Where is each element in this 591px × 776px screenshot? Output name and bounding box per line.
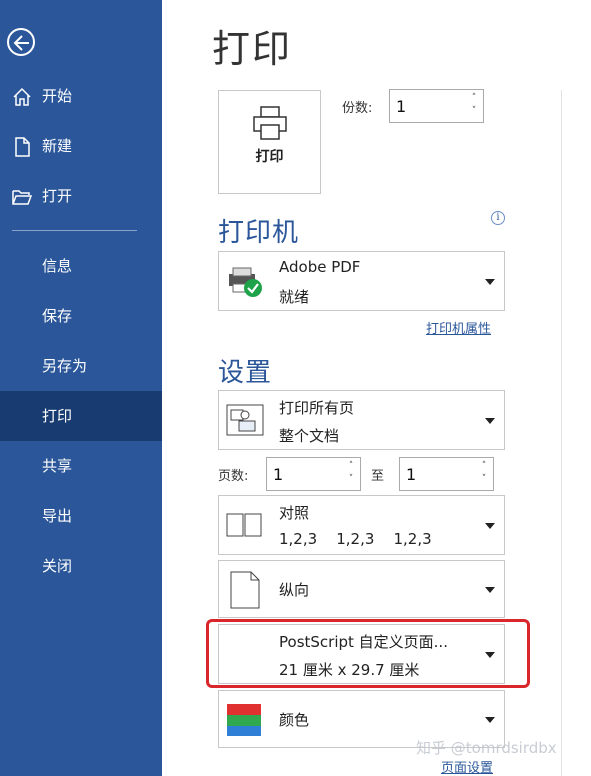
collate-icon [226,513,262,537]
chevron-down-icon [485,587,495,593]
pages-label: 页数: [218,469,249,484]
printer-ready-icon [229,267,262,297]
printer-name: Adobe PDF [279,258,361,276]
nav-item-share[interactable]: 共享 [0,441,162,491]
collate-dropdown[interactable]: 对照 1,2,3 1,2,3 1,2,3 [218,495,505,555]
nav-item-save-as[interactable]: 另存为 [0,341,162,391]
pages-from-spinner[interactable]: 1 ˄ ˅ [266,457,361,491]
printer-properties-link[interactable]: 打印机属性 [426,318,491,337]
spinner-arrows-icon[interactable]: ˄ ˅ [346,460,356,488]
nav-item-label: 打开 [42,187,73,205]
pages-range-icon [226,404,264,436]
pages-to-spinner[interactable]: 1 ˄ ˅ [399,457,494,491]
nav-item-info[interactable]: 信息 [0,241,162,291]
pages-from-value: 1 [273,465,284,484]
page-title: 打印 [212,27,293,71]
orientation-title: 纵向 [279,581,310,599]
nav-item-close[interactable]: 关闭 [0,541,162,591]
spinner-arrows-icon[interactable]: ˄ ˅ [469,92,479,120]
nav-item-label: 打印 [42,407,73,425]
printer-icon [253,106,287,140]
color-dropdown[interactable]: 颜色 [218,690,505,748]
back-arrow-icon [13,35,29,51]
chevron-down-icon [485,652,495,658]
printer-dropdown[interactable]: Adobe PDF 就绪 [218,251,505,311]
nav-item-label: 另存为 [42,357,88,375]
print-button[interactable]: 打印 [218,90,321,194]
nav-item-label: 新建 [42,137,73,155]
nav-item-label: 导出 [42,507,73,525]
range-title: 打印所有页 [279,399,355,417]
copies-label: 份数: [342,101,373,116]
to-label: 至 [371,469,385,484]
print-range-dropdown[interactable]: 打印所有页 整个文档 [218,390,505,450]
nav-item-open[interactable]: 打开 [0,171,162,221]
word-backstage-print-view: 开始 新建 打开 信息 保存 另存为 打印 共享 导出 关闭 打印 打印 份数:… [0,0,591,776]
print-button-label: 打印 [255,149,284,165]
copies-spinner[interactable]: 1 ˄ ˅ [389,89,484,123]
nav-item-label: 共享 [42,457,73,475]
nav-item-print[interactable]: 打印 [0,391,162,441]
backstage-sidebar: 开始 新建 打开 信息 保存 另存为 打印 共享 导出 关闭 [0,0,162,776]
collate-subtitle: 1,2,3 1,2,3 1,2,3 [279,530,432,548]
nav-item-label: 开始 [42,87,73,105]
nav-divider [12,230,137,231]
nav-item-label: 关闭 [42,557,73,575]
chevron-down-icon [485,279,495,285]
portrait-page-icon [230,571,260,609]
new-doc-icon [15,137,30,157]
nav-item-home[interactable]: 开始 [0,71,162,121]
spinner-arrows-icon[interactable]: ˄ ˅ [479,460,489,488]
range-subtitle: 整个文档 [279,427,340,445]
paper-size-dropdown[interactable]: PostScript 自定义页面... 21 厘米 x 29.7 厘米 [218,624,505,684]
info-icon[interactable]: i [491,211,505,225]
pages-to-value: 1 [406,465,417,484]
printer-status: 就绪 [279,288,310,306]
nav-item-save[interactable]: 保存 [0,291,162,341]
page-setup-link[interactable]: 页面设置 [441,757,493,776]
paper-title: PostScript 自定义页面... [279,633,448,651]
copies-value: 1 [396,97,407,116]
nav-item-label: 保存 [42,307,73,325]
settings-heading: 设置 [218,358,273,388]
home-icon [13,87,31,106]
paper-subtitle: 21 厘米 x 29.7 厘米 [279,661,420,679]
nav-item-label: 信息 [42,257,73,275]
back-button[interactable] [7,28,35,56]
folder-open-icon [12,190,33,205]
color-swatch-icon [227,704,261,736]
chevron-down-icon [485,717,495,723]
orientation-dropdown[interactable]: 纵向 [218,560,505,618]
preview-divider [561,90,562,776]
nav-item-export[interactable]: 导出 [0,491,162,541]
print-panel: 打印 打印 份数: 1 ˄ ˅ 打印机 i Adobe PDF 就绪 打印机属性… [162,0,591,776]
color-title: 颜色 [279,711,310,729]
nav-item-new[interactable]: 新建 [0,121,162,171]
chevron-down-icon [485,523,495,529]
collate-title: 对照 [279,504,310,522]
printer-heading: 打印机 [218,218,300,248]
chevron-down-icon [485,418,495,424]
